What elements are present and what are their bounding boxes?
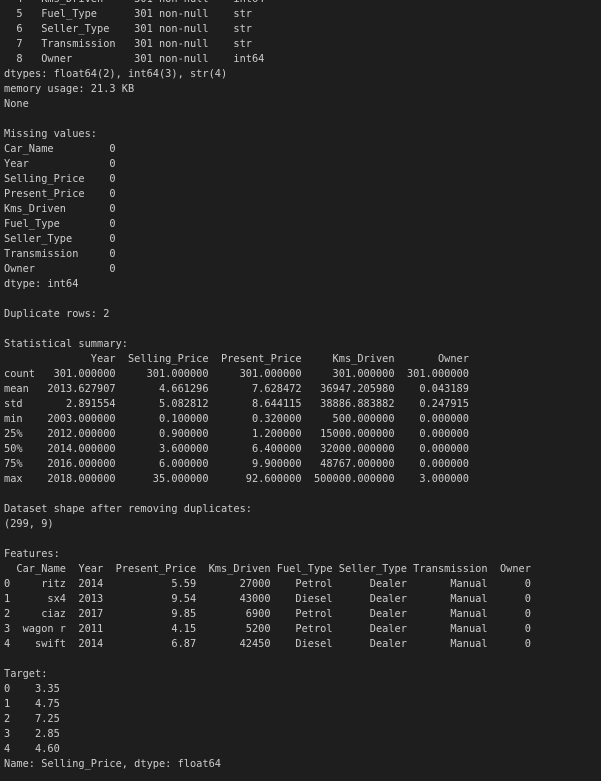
console-line: 6 Seller_Type 301 non-null str xyxy=(4,23,252,35)
console-line: dtypes: float64(2), int64(3), str(4) xyxy=(4,68,228,80)
console-line: 5 Fuel_Type 301 non-null str xyxy=(4,8,252,20)
console-line: Dataset shape after removing duplicates: xyxy=(4,503,252,515)
console-line: 3 wagon r 2011 4.15 5200 Petrol Dealer M… xyxy=(4,623,531,635)
console-line: Target: xyxy=(4,668,48,680)
console-line: 4 Kms_Driven 301 non-null int64 xyxy=(4,0,531,7)
console-line: Features: xyxy=(4,548,60,560)
console-line: 25% 2012.000000 0.900000 1.200000 15000.… xyxy=(4,428,469,440)
console-line: (299, 9) xyxy=(4,518,54,530)
console-line: Car_Name 0 xyxy=(4,143,116,155)
console-line: 50% 2014.000000 3.600000 6.400000 32000.… xyxy=(4,443,469,455)
console-line: Selling_Price 0 xyxy=(4,173,116,185)
console-line: Name: Selling_Price, dtype: float64 xyxy=(4,758,221,770)
console-line: Year 0 xyxy=(4,158,116,170)
console-line: Seller_Type 0 xyxy=(4,233,116,245)
console-line: 7 Transmission 301 non-null str xyxy=(4,38,252,50)
console-line: Statistical summary: xyxy=(4,338,128,350)
console-line: Present_Price 0 xyxy=(4,188,116,200)
console-line: min 2003.000000 0.100000 0.320000 500.00… xyxy=(4,413,469,425)
console-line: Year Selling_Price Present_Price Kms_Dri… xyxy=(4,353,469,365)
console-line: Fuel_Type 0 xyxy=(4,218,116,230)
console-line: 0 3.35 xyxy=(4,683,60,695)
console-line: 2 ciaz 2017 9.85 6900 Petrol Dealer Manu… xyxy=(4,608,531,620)
console-line: Car_Name Year Present_Price Kms_Driven F… xyxy=(4,563,531,575)
console-line: std 2.891554 5.082812 8.644115 38886.883… xyxy=(4,398,469,410)
console-line: 0 ritz 2014 5.59 27000 Petrol Dealer Man… xyxy=(4,578,531,590)
console-line: Transmission 0 xyxy=(4,248,116,260)
console-line: count 301.000000 301.000000 301.000000 3… xyxy=(4,368,469,380)
console-line: 1 sx4 2013 9.54 43000 Diesel Dealer Manu… xyxy=(4,593,531,605)
console-line: max 2018.000000 35.000000 92.600000 5000… xyxy=(4,473,469,485)
console-line: dtype: int64 xyxy=(4,278,79,290)
console-line: 4 swift 2014 6.87 42450 Diesel Dealer Ma… xyxy=(4,638,531,650)
console-line: None xyxy=(4,98,29,110)
console-line: 75% 2016.000000 6.000000 9.900000 48767.… xyxy=(4,458,469,470)
console-line: Kms_Driven 0 xyxy=(4,203,116,215)
console-line: memory usage: 21.3 KB xyxy=(4,83,135,95)
console-line: 8 Owner 301 non-null int64 xyxy=(4,53,265,65)
console-text: 4 Kms_Driven 301 non-null int64 5 Fuel_T… xyxy=(4,0,531,772)
bottom-padding xyxy=(0,776,601,781)
console-line: mean 2013.627907 4.661296 7.628472 36947… xyxy=(4,383,469,395)
console-line: 2 7.25 xyxy=(4,713,60,725)
console-line: 1 4.75 xyxy=(4,698,60,710)
console-line: 4 4.60 xyxy=(4,743,60,755)
console-line: 3 2.85 xyxy=(4,728,60,740)
console-line: Owner 0 xyxy=(4,263,116,275)
console-line: Missing values: xyxy=(4,128,97,140)
terminal-output-panel[interactable]: 4 Kms_Driven 301 non-null int64 5 Fuel_T… xyxy=(0,0,601,781)
console-line: Duplicate rows: 2 xyxy=(4,308,110,320)
